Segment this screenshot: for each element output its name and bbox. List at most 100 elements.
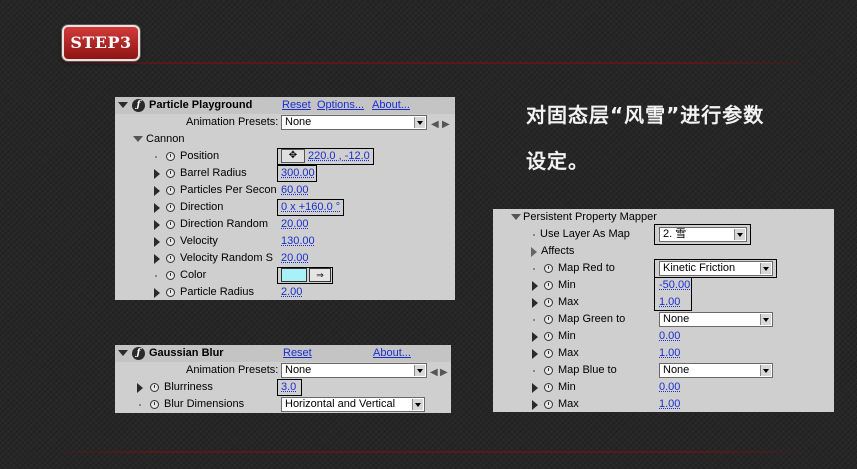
expand-icon[interactable] <box>532 349 538 359</box>
reset-link[interactable]: Reset <box>283 345 312 362</box>
particles-per-second-value[interactable]: 60.00 <box>281 182 309 199</box>
stopwatch-icon[interactable] <box>166 186 175 195</box>
particles-per-second-row: Particles Per Secon 60.00 <box>115 182 455 199</box>
expand-icon[interactable] <box>154 237 160 247</box>
fx-icon[interactable]: ƒ <box>132 99 145 112</box>
position-row: Position ✥ 220.0 , -12.0 <box>115 148 455 165</box>
expand-icon[interactable] <box>154 169 160 179</box>
blur-dimensions-label: Blur Dimensions <box>164 398 245 410</box>
group-label: Persistent Property Mapper <box>523 211 657 223</box>
velocity-value[interactable]: 130.00 <box>281 233 315 250</box>
blue-max-row: Max 1.00 <box>493 396 834 413</box>
divider-bottom <box>55 451 803 453</box>
stopwatch-icon[interactable] <box>544 298 553 307</box>
presets-dropdown[interactable]: None <box>281 363 427 378</box>
min-max-highlight-box <box>654 277 692 311</box>
stopwatch-icon[interactable] <box>544 264 553 273</box>
expand-icon[interactable] <box>532 383 538 393</box>
green-max-value[interactable]: 1.00 <box>659 345 680 362</box>
map-green-dropdown[interactable]: None <box>659 312 773 327</box>
stopwatch-icon[interactable] <box>166 203 175 212</box>
blur-dimensions-dropdown[interactable]: Horizontal and Vertical <box>281 397 425 412</box>
expand-icon[interactable] <box>137 383 143 393</box>
expand-icon[interactable] <box>531 247 537 257</box>
about-link[interactable]: About... <box>372 97 410 114</box>
color-row: Color ⇒ <box>115 267 455 284</box>
red-min-label: Min <box>558 279 576 291</box>
expand-icon[interactable] <box>154 220 160 230</box>
expand-icon[interactable] <box>154 186 160 196</box>
stopwatch-icon[interactable] <box>544 366 553 375</box>
expand-icon[interactable] <box>511 214 521 220</box>
highlight-box <box>277 199 344 216</box>
direction-random-value[interactable]: 20.00 <box>281 216 309 233</box>
red-max-label: Max <box>558 296 579 308</box>
expand-icon[interactable] <box>154 254 160 264</box>
instruction-caption: 对固态层“风雪”进行参数 设定。 <box>526 92 836 184</box>
use-layer-label: Use Layer As Map <box>540 228 630 240</box>
stopwatch-icon[interactable] <box>544 349 553 358</box>
expand-icon[interactable] <box>133 136 143 142</box>
bullet-icon <box>533 268 535 270</box>
map-blue-dropdown[interactable]: None <box>659 363 773 378</box>
green-min-value[interactable]: 0.00 <box>659 328 680 345</box>
stopwatch-icon[interactable] <box>166 271 175 280</box>
expand-icon[interactable] <box>532 332 538 342</box>
expand-icon[interactable] <box>154 203 160 213</box>
fx-icon[interactable]: ƒ <box>132 347 145 360</box>
reset-link[interactable]: Reset <box>282 97 311 114</box>
expand-icon[interactable] <box>154 288 160 298</box>
affects-row[interactable]: Affects <box>493 243 834 260</box>
particle-radius-value[interactable]: 2.00 <box>281 284 302 301</box>
stopwatch-icon[interactable] <box>544 332 553 341</box>
blue-max-value[interactable]: 1.00 <box>659 396 680 413</box>
map-blue-row: Map Blue to None <box>493 362 834 379</box>
affects-label: Affects <box>541 245 575 257</box>
cannon-group-row[interactable]: Cannon <box>115 131 455 148</box>
stopwatch-icon[interactable] <box>150 383 159 392</box>
stopwatch-icon[interactable] <box>166 169 175 178</box>
highlight-box <box>277 165 317 182</box>
chevron-down-icon <box>412 399 423 410</box>
map-blue-label: Map Blue to <box>558 364 617 376</box>
animation-presets-row: Animation Presets: None ◀ ▶ <box>115 362 451 379</box>
blur-dimensions-value: Horizontal and Vertical <box>285 398 396 410</box>
map-red-label: Map Red to <box>558 262 615 274</box>
velocity-label: Velocity <box>180 235 218 247</box>
green-max-label: Max <box>558 347 579 359</box>
divider-top <box>55 62 803 64</box>
group-label: Cannon <box>146 133 185 145</box>
stopwatch-icon[interactable] <box>544 383 553 392</box>
about-link[interactable]: About... <box>373 345 411 362</box>
stopwatch-icon[interactable] <box>544 281 553 290</box>
effect-header: ƒ Gaussian Blur Reset About... <box>115 345 451 362</box>
expand-icon[interactable] <box>532 298 538 308</box>
map-green-label: Map Green to <box>558 313 626 325</box>
step-badge: STEP3 <box>62 25 140 61</box>
expand-icon[interactable] <box>532 400 538 410</box>
stopwatch-icon[interactable] <box>166 152 175 161</box>
velocity-random-value[interactable]: 20.00 <box>281 250 309 267</box>
expand-icon[interactable] <box>532 281 538 291</box>
collapse-icon[interactable] <box>118 350 128 356</box>
bullet-icon <box>533 370 535 372</box>
green-max-row: Max 1.00 <box>493 345 834 362</box>
stopwatch-icon[interactable] <box>544 315 553 324</box>
stopwatch-icon[interactable] <box>150 400 159 409</box>
stopwatch-icon[interactable] <box>166 288 175 297</box>
stopwatch-icon[interactable] <box>544 400 553 409</box>
stopwatch-icon[interactable] <box>166 220 175 229</box>
map-blue-value: None <box>663 364 690 376</box>
stopwatch-icon[interactable] <box>166 237 175 246</box>
highlight-box <box>277 379 302 396</box>
options-link[interactable]: Options... <box>317 97 364 114</box>
blue-min-value[interactable]: 0.00 <box>659 379 680 396</box>
green-min-label: Min <box>558 330 576 342</box>
presets-value: None <box>285 116 312 128</box>
presets-dropdown[interactable]: None <box>281 115 427 130</box>
gaussian-blur-panel: ƒ Gaussian Blur Reset About... Animation… <box>115 345 451 413</box>
stopwatch-icon[interactable] <box>166 254 175 263</box>
bullet-icon <box>155 275 157 277</box>
collapse-icon[interactable] <box>118 102 128 108</box>
highlight-box <box>277 267 333 284</box>
